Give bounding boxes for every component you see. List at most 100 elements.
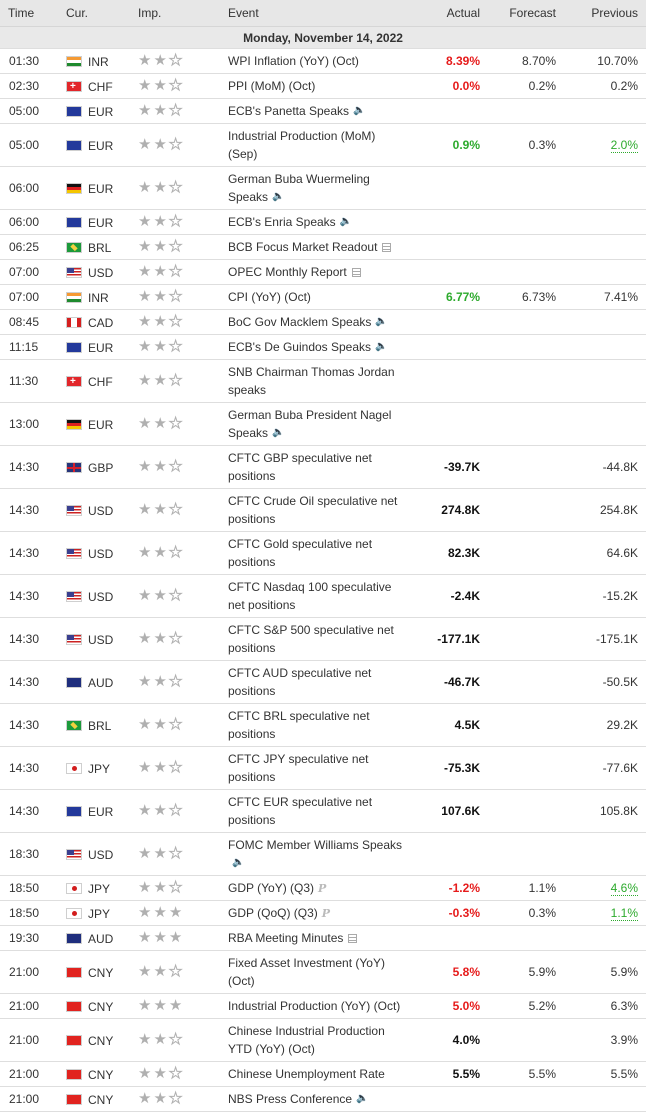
table-row[interactable]: 14:30 USD ★★★ CFTC Nasdaq 100 speculative n… — [0, 574, 646, 618]
event-cell[interactable]: ECB's Panetta Speaks 🔈 — [228, 98, 414, 124]
event-name[interactable]: Chinese Industrial Production YTD (YoY) … — [228, 1024, 385, 1056]
table-row[interactable]: 13:00 EUR ★★★ German Buba President Nagel S… — [0, 402, 646, 446]
event-cell[interactable]: CFTC Gold speculative net positions — [228, 531, 414, 575]
table-row[interactable]: 18:50 JPY ★★★ GDP (QoQ) (Q3) P -0.3% 0.3% 1.1% — [0, 900, 646, 926]
event-name[interactable]: CPI (YoY) (Oct) — [228, 290, 311, 304]
event-name[interactable]: CFTC BRL speculative net positions — [228, 709, 370, 741]
table-row[interactable]: 05:00 EUR ★★★ ECB's Panetta Speaks 🔈 — [0, 98, 646, 124]
table-row[interactable]: 08:45 CAD ★★★ BoC Gov Macklem Speaks 🔈 — [0, 309, 646, 335]
event-cell[interactable]: SNB Chairman Thomas Jordan speaks — [228, 359, 414, 403]
event-name[interactable]: RBA Meeting Minutes — [228, 931, 343, 945]
event-cell[interactable]: CFTC AUD speculative net positions — [228, 660, 414, 704]
table-row[interactable]: 21:00 CNY ★★★ Chinese Unemployment Rate 5.5%… — [0, 1061, 646, 1087]
event-cell[interactable]: OPEC Monthly Report — [228, 259, 414, 285]
event-cell[interactable]: GDP (QoQ) (Q3) P — [228, 900, 414, 926]
header-importance[interactable]: Imp. — [138, 0, 228, 27]
event-cell[interactable]: German Buba Wuermeling Speaks 🔈 — [228, 166, 414, 210]
event-cell[interactable]: CFTC Crude Oil speculative net positions — [228, 488, 414, 532]
event-cell[interactable]: German Buba President Nagel Speaks 🔈 — [228, 402, 414, 446]
table-row[interactable]: 06:00 EUR ★★★ German Buba Wuermeling Speaks… — [0, 166, 646, 210]
table-row[interactable]: 14:30 USD ★★★ CFTC Crude Oil speculative ne… — [0, 488, 646, 532]
table-row[interactable]: 02:30CHF★★★PPI (MoM) (Oct)0.0%0.2%0.2% — [0, 73, 646, 99]
table-row[interactable]: 14:30 JPY ★★★ CFTC JPY speculative net posi… — [0, 746, 646, 790]
table-row[interactable]: 14:30 USD ★★★ CFTC Gold speculative net pos… — [0, 531, 646, 575]
event-name[interactable]: PPI (MoM) (Oct) — [228, 79, 315, 93]
event-name[interactable]: CFTC AUD speculative net positions — [228, 666, 371, 698]
event-name[interactable]: GDP (YoY) (Q3) — [228, 881, 314, 895]
table-row[interactable]: 14:30 GBP ★★★ CFTC GBP speculative net posi… — [0, 445, 646, 489]
table-row[interactable]: 18:30 USD ★★★ FOMC Member Williams Speaks🔈 — [0, 832, 646, 876]
event-cell[interactable]: FOMC Member Williams Speaks 🔈 — [228, 832, 414, 876]
event-cell[interactable]: CFTC EUR speculative net positions — [228, 789, 414, 833]
header-previous[interactable]: Previous — [564, 0, 646, 27]
event-name[interactable]: FOMC Member Williams Speaks — [228, 838, 402, 852]
table-row[interactable]: 14:30 BRL ★★★ CFTC BRL speculative net posi… — [0, 703, 646, 747]
table-row[interactable]: 21:00 CNY ★★★ Chinese Industrial Production… — [0, 1018, 646, 1062]
event-name[interactable]: ECB's Enria Speaks — [228, 215, 336, 229]
table-row[interactable]: 06:00 EUR ★★★ ECB's Enria Speaks 🔈 — [0, 209, 646, 235]
event-name[interactable]: Fixed Asset Investment (YoY) (Oct) — [228, 956, 385, 988]
event-name[interactable]: ECB's De Guindos Speaks — [228, 340, 371, 354]
event-name[interactable]: Industrial Production (MoM) (Sep) — [228, 129, 375, 161]
table-row[interactable]: 05:00 EUR ★★★ Industrial Production (MoM) (… — [0, 123, 646, 167]
event-name[interactable]: ECB's Panetta Speaks — [228, 104, 349, 118]
table-row[interactable]: 06:25 BRL ★★★ BCB Focus Market Readout — [0, 234, 646, 260]
table-row[interactable]: 21:00 CNY ★★★ NBS Press Conference 🔈 — [0, 1086, 646, 1112]
event-cell[interactable]: BoC Gov Macklem Speaks 🔈 — [228, 309, 414, 335]
event-name[interactable]: CFTC Crude Oil speculative net positions — [228, 494, 397, 526]
header-time[interactable]: Time — [0, 0, 66, 27]
event-cell[interactable]: BCB Focus Market Readout — [228, 234, 414, 260]
event-cell[interactable]: CFTC JPY speculative net positions — [228, 746, 414, 790]
event-name[interactable]: CFTC Gold speculative net positions — [228, 537, 372, 569]
event-cell[interactable]: PPI (MoM) (Oct) — [228, 73, 414, 99]
header-currency[interactable]: Cur. — [66, 0, 138, 27]
event-name[interactable]: GDP (QoQ) (Q3) — [228, 906, 318, 920]
table-row[interactable]: 07:00 USD ★★★ OPEC Monthly Report — [0, 259, 646, 285]
header-event[interactable]: Event — [228, 0, 414, 27]
event-name[interactable]: German Buba Wuermeling Speaks — [228, 172, 370, 204]
table-row[interactable]: 11:15 EUR ★★★ ECB's De Guindos Speaks 🔈 — [0, 334, 646, 360]
event-name[interactable]: SNB Chairman Thomas Jordan speaks — [228, 365, 395, 397]
table-row[interactable]: 21:00 CNY ★★★ Industrial Production (YoY) (… — [0, 993, 646, 1019]
event-name[interactable]: CFTC S&P 500 speculative net positions — [228, 623, 394, 655]
event-cell[interactable]: CFTC BRL speculative net positions — [228, 703, 414, 747]
event-cell[interactable]: WPI Inflation (YoY) (Oct) — [228, 48, 414, 74]
event-cell[interactable]: RBA Meeting Minutes — [228, 925, 414, 951]
table-row[interactable]: 14:30 AUD ★★★ CFTC AUD speculative net posi… — [0, 660, 646, 704]
table-row[interactable]: 18:50 JPY ★★★ GDP (YoY) (Q3) P -1.2% 1.1% 4.6% — [0, 875, 646, 901]
event-cell[interactable]: NBS Press Conference 🔈 — [228, 1086, 414, 1112]
event-cell[interactable]: Industrial Production (MoM) (Sep) — [228, 123, 414, 167]
event-name[interactable]: CFTC Nasdaq 100 speculative net position… — [228, 580, 391, 612]
header-actual[interactable]: Actual — [414, 0, 488, 27]
event-cell[interactable]: ECB's De Guindos Speaks 🔈 — [228, 334, 414, 360]
event-name[interactable]: OPEC Monthly Report — [228, 265, 347, 279]
table-row[interactable]: 14:30 EUR ★★★ CFTC EUR speculative net posi… — [0, 789, 646, 833]
event-name[interactable]: BoC Gov Macklem Speaks — [228, 315, 371, 329]
event-cell[interactable]: CFTC GBP speculative net positions — [228, 445, 414, 489]
event-name[interactable]: NBS Press Conference — [228, 1092, 352, 1106]
header-forecast[interactable]: Forecast — [488, 0, 564, 27]
event-cell[interactable]: Industrial Production (YoY) (Oct) — [228, 993, 414, 1019]
table-row[interactable]: 21:00 CNY ★★★ Fixed Asset Investment (YoY) … — [0, 950, 646, 994]
event-name[interactable]: Chinese Unemployment Rate — [228, 1067, 385, 1081]
event-cell[interactable]: CFTC S&P 500 speculative net positions — [228, 617, 414, 661]
event-name[interactable]: Industrial Production (YoY) (Oct) — [228, 999, 400, 1013]
event-name[interactable]: German Buba President Nagel Speaks — [228, 408, 391, 440]
table-row[interactable]: 01:30 INR ★★★ WPI Inflation (YoY) (Oct) 8.39… — [0, 48, 646, 74]
event-cell[interactable]: CPI (YoY) (Oct) — [228, 284, 414, 310]
event-cell[interactable]: Fixed Asset Investment (YoY) (Oct) — [228, 950, 414, 994]
event-name[interactable]: CFTC JPY speculative net positions — [228, 752, 369, 784]
table-row[interactable]: 14:30 USD ★★★ CFTC S&P 500 speculative net … — [0, 617, 646, 661]
table-row[interactable]: 07:00 INR ★★★ CPI (YoY) (Oct) 6.77% 6.73% 7.41… — [0, 284, 646, 310]
event-cell[interactable]: CFTC Nasdaq 100 speculative net position… — [228, 574, 414, 618]
event-name[interactable]: BCB Focus Market Readout — [228, 240, 377, 254]
event-cell[interactable]: ECB's Enria Speaks 🔈 — [228, 209, 414, 235]
table-row[interactable]: 11:30CHF★★★SNB Chairman Thomas Jordan sp… — [0, 359, 646, 403]
event-name[interactable]: CFTC EUR speculative net positions — [228, 795, 372, 827]
event-name[interactable]: WPI Inflation (YoY) (Oct) — [228, 54, 359, 68]
event-name[interactable]: CFTC GBP speculative net positions — [228, 451, 372, 483]
event-cell[interactable]: Chinese Industrial Production YTD (YoY) … — [228, 1018, 414, 1062]
event-cell[interactable]: Chinese Unemployment Rate — [228, 1061, 414, 1087]
event-cell[interactable]: GDP (YoY) (Q3) P — [228, 875, 414, 901]
table-row[interactable]: 19:30 AUD ★★★ RBA Meeting Minutes — [0, 925, 646, 951]
